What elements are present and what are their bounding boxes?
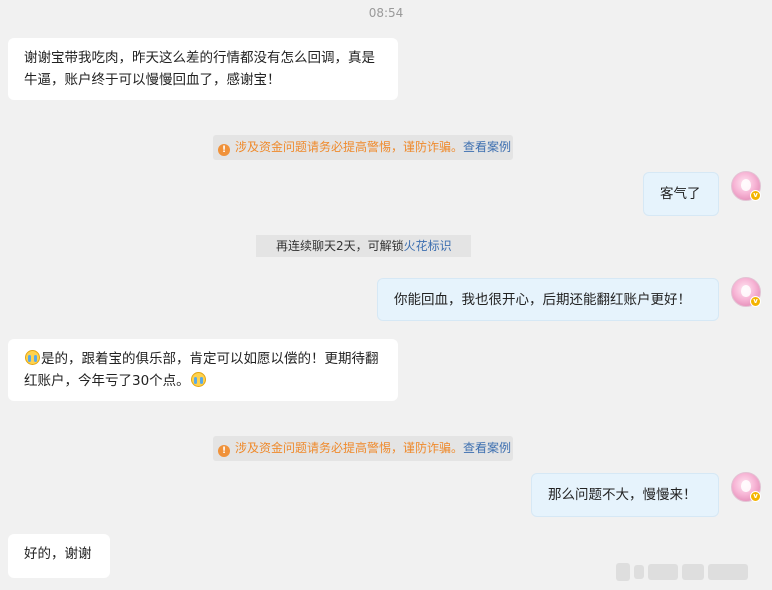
message-text: 那么问题不大，慢慢来！	[548, 487, 697, 503]
crying-laughing-emoji-icon	[190, 372, 206, 387]
message-text: 客气了	[660, 186, 701, 202]
message-incoming[interactable]: 是的，跟着宝的俱乐部，肯定可以如愿以偿的！更期待翻红账户，今年亏了30个点。	[8, 339, 398, 401]
view-cases-link[interactable]: 查看案例	[463, 441, 511, 455]
fraud-warning-notice: ! 涉及资金问题请务必提高警惕，谨防诈骗。查看案例	[213, 436, 513, 461]
message-incoming[interactable]: 好的，谢谢	[8, 534, 110, 578]
message-text: 谢谢宝带我吃肉，昨天这么差的行情都没有怎么回调，真是牛逼，账户终于可以慢慢回血了…	[24, 50, 375, 88]
verified-badge-icon: v	[750, 296, 761, 307]
warning-text: 涉及资金问题请务必提高警惕，谨防诈骗。	[235, 140, 464, 154]
message-outgoing[interactable]: 那么问题不大，慢慢来！	[531, 473, 719, 517]
chat-timestamp: 08:54	[368, 6, 404, 20]
verified-badge-icon: v	[750, 190, 761, 201]
spark-text: 再连续聊天2天，可解锁	[276, 239, 404, 253]
spark-badge-link[interactable]: 火花标识	[404, 239, 452, 253]
view-cases-link[interactable]: 查看案例	[463, 140, 511, 154]
warning-icon: !	[218, 144, 230, 156]
fraud-warning-notice: ! 涉及资金问题请务必提高警惕，谨防诈骗。查看案例	[213, 135, 513, 160]
watermark	[616, 560, 764, 584]
message-outgoing[interactable]: 客气了	[643, 172, 719, 216]
message-text: 好的，谢谢	[24, 546, 92, 562]
warning-icon: !	[218, 445, 230, 457]
message-outgoing[interactable]: 你能回血，我也很开心，后期还能翻红账户更好！	[377, 278, 719, 321]
spark-unlock-notice: 再连续聊天2天，可解锁火花标识	[256, 235, 471, 257]
message-incoming[interactable]: 谢谢宝带我吃肉，昨天这么差的行情都没有怎么回调，真是牛逼，账户终于可以慢慢回血了…	[8, 38, 398, 100]
verified-badge-icon: v	[750, 491, 761, 502]
crying-laughing-emoji-icon	[25, 350, 40, 365]
message-text: 你能回血，我也很开心，后期还能翻红账户更好！	[394, 292, 691, 308]
warning-text: 涉及资金问题请务必提高警惕，谨防诈骗。	[235, 441, 464, 455]
